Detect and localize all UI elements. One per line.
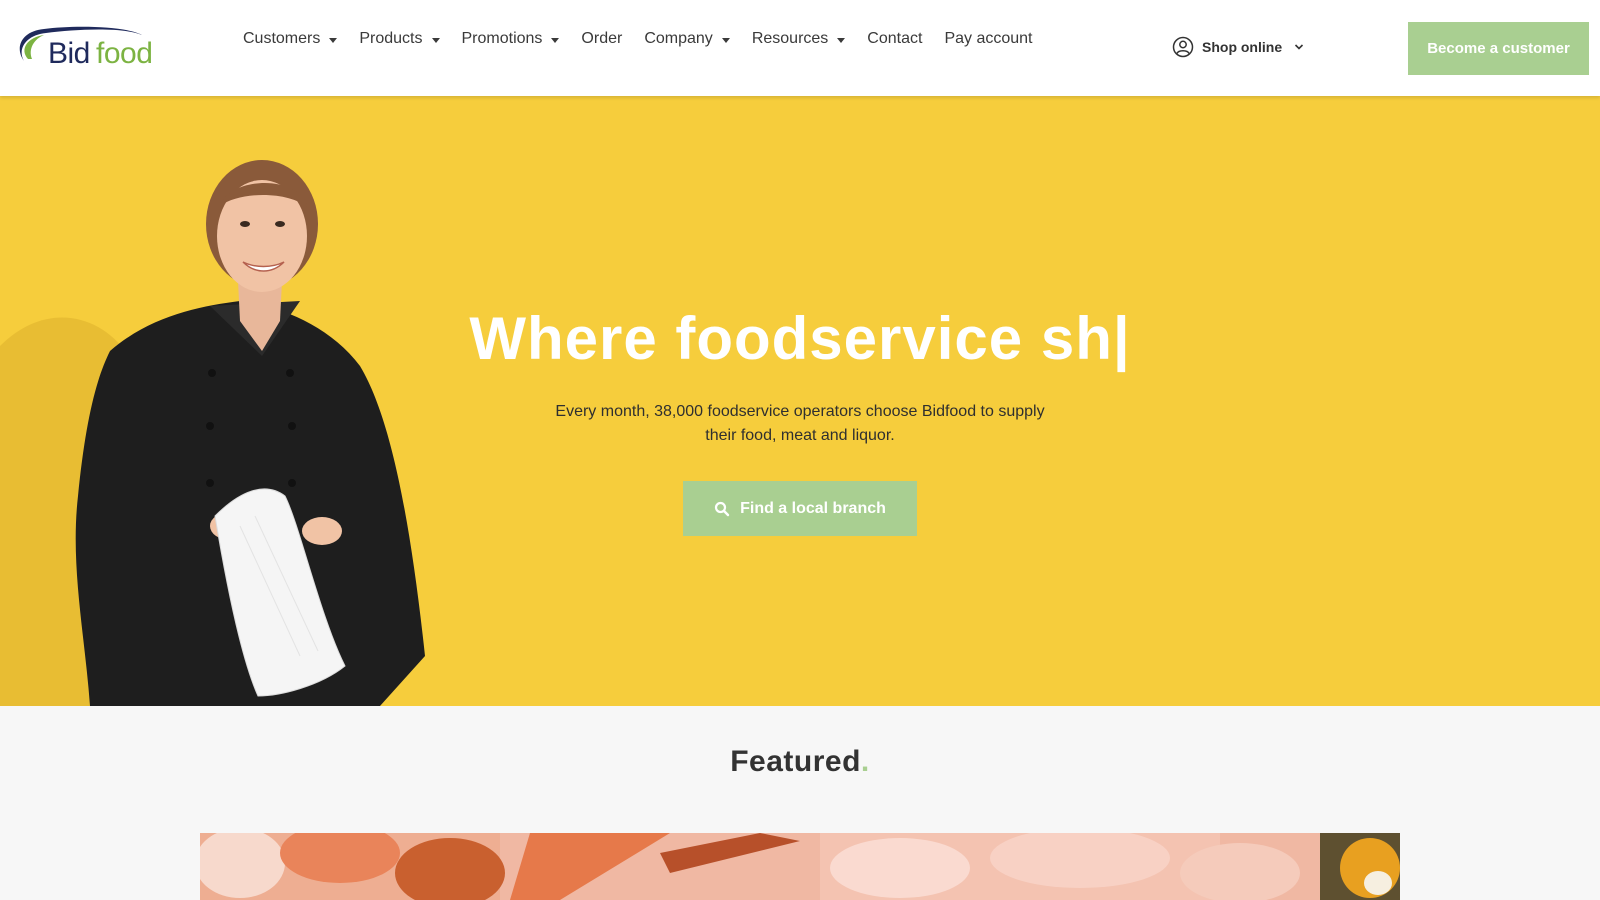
nav-resources[interactable]: Resources: [751, 30, 846, 48]
nav-contact[interactable]: Contact: [867, 30, 922, 48]
nav-label: Company: [644, 30, 713, 47]
caret-down-icon: [431, 37, 440, 43]
hero-title-suffix: sh|: [1023, 305, 1131, 372]
shop-online-label: Shop online: [1202, 39, 1283, 55]
nav-promotions[interactable]: Promotions: [462, 30, 560, 48]
svg-text:Bid: Bid: [48, 37, 90, 69]
nav-order[interactable]: Order: [581, 30, 622, 48]
hero-subtitle: Every month, 38,000 foodservice operator…: [555, 403, 1045, 444]
find-local-branch-label: Find a local branch: [740, 499, 886, 517]
nav-label: Pay account: [944, 30, 1033, 47]
hero-title-bold: foodservice: [675, 305, 1024, 372]
nav-company[interactable]: Company: [644, 30, 730, 48]
nav-label: Products: [359, 30, 423, 47]
nav-label: Resources: [751, 30, 829, 47]
main-nav: Customers Products Promotions Order Comp…: [243, 28, 1055, 50]
chevron-down-icon: [1295, 44, 1304, 50]
chef-photo: [0, 160, 425, 706]
hero-title: Where foodservice sh|: [0, 304, 1600, 374]
caret-down-icon: [329, 37, 338, 43]
shop-online-dropdown[interactable]: Shop online: [1172, 36, 1304, 58]
nav-label: Contact: [867, 30, 923, 47]
featured-heading: Featured.: [0, 745, 1600, 779]
user-circle-icon: [1172, 36, 1194, 58]
nav-label: Promotions: [461, 30, 543, 47]
caret-down-icon: [721, 37, 730, 43]
hero-title-prefix: Where: [469, 305, 676, 372]
site-header: Bid food Customers Products Promotions O…: [0, 0, 1600, 96]
search-icon: [714, 501, 730, 516]
svg-text:food: food: [96, 37, 152, 69]
nav-customers[interactable]: Customers: [243, 30, 338, 48]
bidfood-logo[interactable]: Bid food: [14, 25, 166, 69]
seafood-photo: [200, 833, 1400, 900]
nav-products[interactable]: Products: [359, 30, 440, 48]
hero-banner: Where foodservice sh| Every month, 38,00…: [0, 96, 1600, 706]
nav-label: Order: [581, 30, 623, 47]
featured-seafood-image[interactable]: [200, 833, 1400, 900]
nav-label: Customers: [243, 30, 321, 47]
caret-down-icon: [551, 37, 560, 43]
featured-title-text: Featured: [730, 745, 861, 778]
nav-pay-account[interactable]: Pay account: [944, 30, 1032, 48]
become-customer-button[interactable]: Become a customer: [1408, 22, 1589, 75]
find-local-branch-button[interactable]: Find a local branch: [683, 481, 917, 536]
bidfood-logo-mark: Bid food: [19, 26, 153, 69]
caret-down-icon: [837, 37, 846, 43]
featured-title-dot: .: [860, 745, 870, 778]
